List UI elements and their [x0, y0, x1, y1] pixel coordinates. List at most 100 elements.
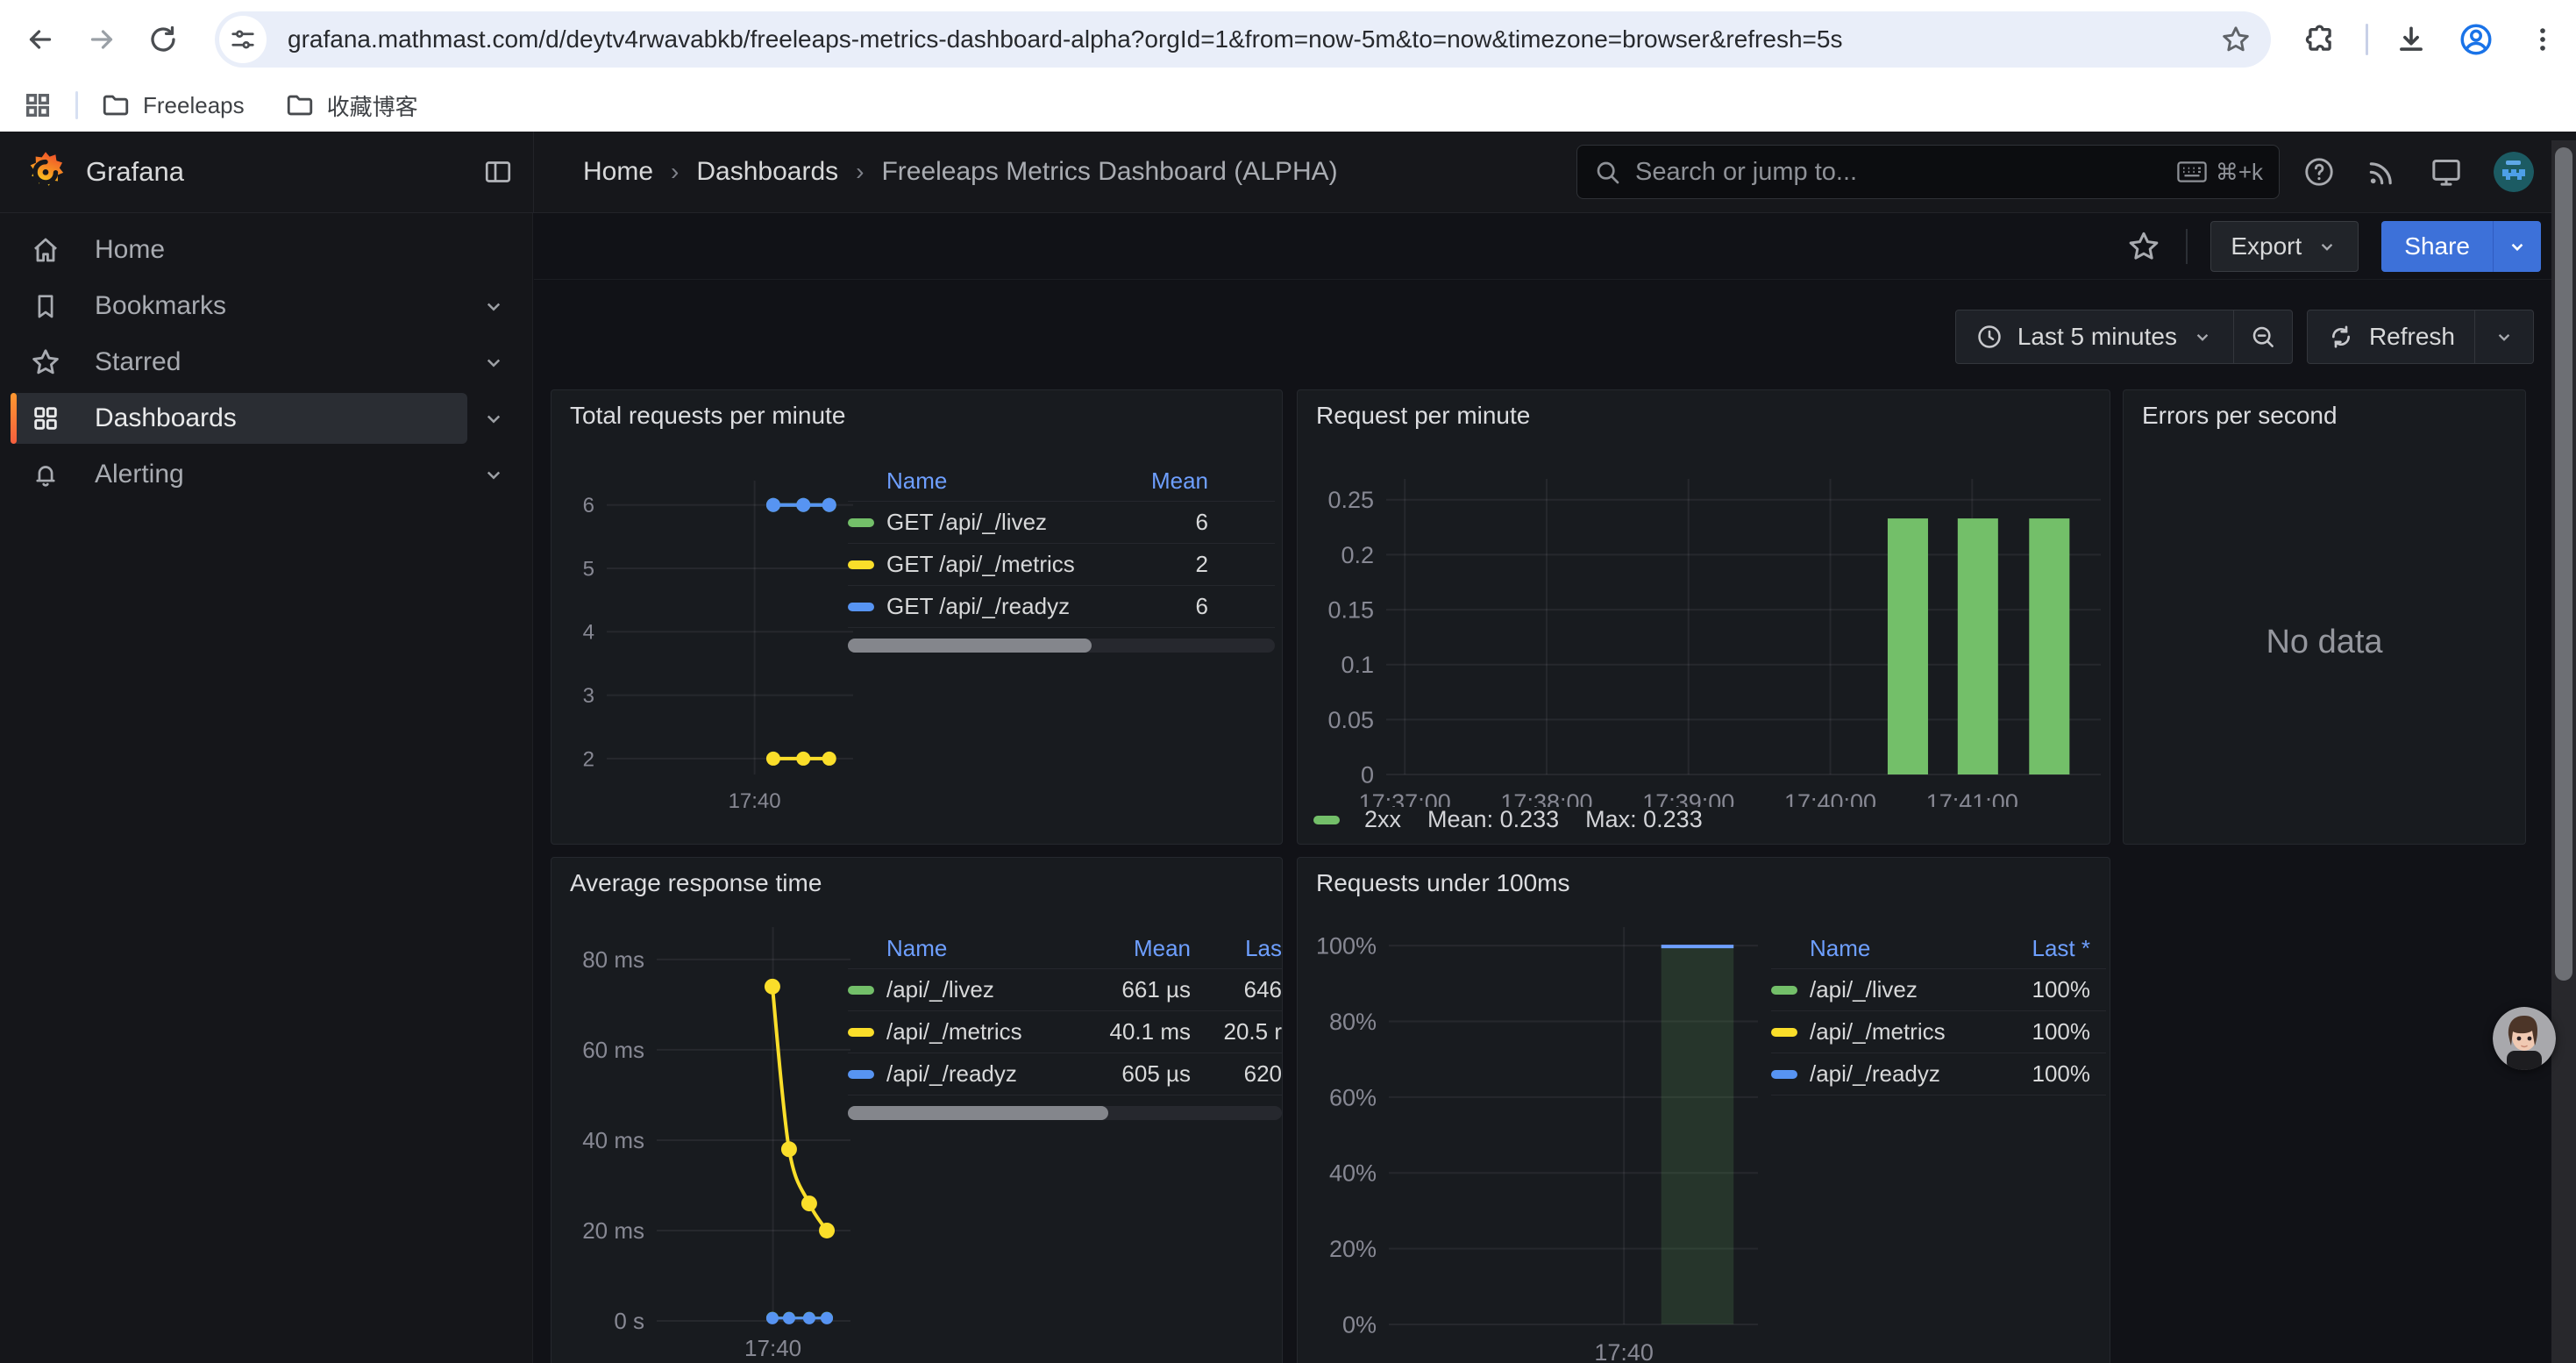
series-swatch: [848, 986, 874, 995]
site-settings-button[interactable]: [219, 16, 267, 63]
series-swatch: [1771, 986, 1797, 995]
url-text[interactable]: grafana.mathmast.com/d/deytv4rwavabkb/fr…: [288, 25, 2271, 54]
chevron-down-icon[interactable]: [480, 293, 507, 319]
breadcrumb: Home › Dashboards › Freeleaps Metrics Da…: [583, 132, 1338, 212]
chevron-down-icon[interactable]: [480, 461, 507, 488]
bookmark-star-button[interactable]: [2217, 20, 2255, 59]
reload-button[interactable]: [139, 15, 188, 64]
panel-body: 0 s20 ms40 ms60 ms80 ms17:40 Name Mean L…: [551, 908, 1282, 1363]
breadcrumb-dashboards[interactable]: Dashboards: [696, 157, 838, 187]
svg-text:17:38:00: 17:38:00: [1500, 789, 1592, 807]
refresh-interval-button[interactable]: [2474, 310, 2533, 363]
screen-icon[interactable]: [2429, 154, 2464, 189]
favorite-dashboard-button[interactable]: [2124, 227, 2163, 266]
mega-menu-toggle[interactable]: [480, 154, 516, 189]
refresh-icon: [2327, 323, 2355, 351]
svg-text:0.05: 0.05: [1327, 707, 1374, 733]
sidebar-item-label: Alerting: [95, 446, 184, 503]
legend-row[interactable]: GET /api/_/readyz 6: [848, 586, 1275, 628]
scrollbar-thumb[interactable]: [2555, 147, 2572, 981]
chevron-down-icon[interactable]: [480, 405, 507, 432]
breadcrumb-separator: ›: [856, 158, 864, 186]
svg-text:0: 0: [1361, 761, 1374, 788]
legend-col-last[interactable]: Last *: [1959, 935, 2090, 962]
search-icon: [1593, 158, 1621, 186]
svg-text:60 ms: 60 ms: [582, 1037, 644, 1063]
legend-col-name[interactable]: Name: [1810, 935, 1959, 962]
forward-button[interactable]: [77, 15, 126, 64]
legend-row[interactable]: /api/_/readyz 100%: [1771, 1053, 2106, 1095]
zoom-out-button[interactable]: [2233, 310, 2292, 363]
bookmarks-bar: Freeleaps 收藏博客: [0, 79, 2576, 132]
brand-name[interactable]: Grafana: [86, 156, 184, 188]
legend-row[interactable]: GET /api/_/livez 6: [848, 502, 1275, 544]
legend-table: Name Mean GET /api/_/livez 6 GET /api/_/…: [848, 461, 1275, 653]
sidebar: Home Bookmarks Starred: [0, 213, 533, 1363]
panel-title[interactable]: Request per minute: [1298, 390, 2110, 440]
svg-text:17:40: 17:40: [744, 1335, 801, 1361]
window-scrollbar[interactable]: [2551, 140, 2576, 1363]
sidebar-item-bookmarks[interactable]: Bookmarks: [0, 278, 532, 334]
bookmark-icon: [30, 290, 61, 322]
sidebar-item-starred[interactable]: Starred: [0, 334, 532, 390]
user-avatar[interactable]: [2494, 152, 2534, 192]
panel-title[interactable]: Errors per second: [2124, 390, 2525, 440]
bookmark-label: Freeleaps: [143, 92, 245, 119]
browser-menu-button[interactable]: [2522, 18, 2564, 61]
legend-scrollbar[interactable]: [848, 639, 1275, 653]
sidebar-item-alerting[interactable]: Alerting: [0, 446, 532, 503]
refresh-button[interactable]: Refresh: [2308, 310, 2474, 363]
legend-col-mean[interactable]: Mean: [1103, 467, 1208, 495]
grafana-logo[interactable]: [23, 149, 68, 195]
export-button[interactable]: Export: [2210, 221, 2359, 272]
sidebar-item-home[interactable]: Home: [0, 222, 532, 278]
legend-col-name[interactable]: Name: [886, 467, 1103, 495]
back-button[interactable]: [16, 15, 65, 64]
profile-button[interactable]: [2455, 18, 2497, 61]
news-rss-icon[interactable]: [2366, 155, 2399, 189]
extensions-button[interactable]: [2299, 18, 2341, 61]
panel-body: 0%20%40%60%80%100%17:40 Name Last * /api…: [1298, 908, 2110, 1363]
assistant-avatar[interactable]: [2493, 1007, 2556, 1070]
sidebar-item-label: Home: [95, 222, 165, 278]
help-icon[interactable]: [2302, 155, 2336, 189]
avatar-robot-icon: [2494, 152, 2534, 192]
legend-row[interactable]: GET /api/_/metrics 2: [848, 544, 1275, 586]
legend-row[interactable]: /api/_/readyz 605 µs 620: [848, 1053, 1282, 1095]
share-menu-button[interactable]: [2493, 221, 2541, 272]
chevron-down-icon[interactable]: [480, 349, 507, 375]
share-button-group: Share: [2381, 221, 2541, 272]
legend-row[interactable]: /api/_/metrics 40.1 ms 20.5 r: [848, 1011, 1282, 1053]
time-range-label: Last 5 minutes: [2017, 323, 2177, 351]
bookmark-folder-blogs[interactable]: 收藏博客: [285, 89, 418, 122]
panel-average-response-time: Average response time 0 s20 ms40 ms60 ms…: [551, 857, 1283, 1363]
bookmark-folder-freeleaps[interactable]: Freeleaps: [101, 90, 245, 120]
downloads-button[interactable]: [2390, 18, 2432, 61]
legend-col-mean[interactable]: Mean: [1059, 935, 1191, 962]
legend-col-name[interactable]: Name: [886, 935, 1059, 962]
legend-scrollbar[interactable]: [848, 1106, 1282, 1120]
svg-text:60%: 60%: [1329, 1084, 1377, 1110]
search-box[interactable]: Search or jump to... ⌘+k: [1576, 145, 2280, 199]
breadcrumb-home[interactable]: Home: [583, 157, 653, 187]
sidebar-item-dashboards[interactable]: Dashboards: [0, 390, 532, 446]
time-range-picker[interactable]: Last 5 minutes: [1956, 310, 2233, 363]
panel-title[interactable]: Average response time: [551, 858, 1282, 908]
apps-button[interactable]: [23, 90, 53, 120]
legend-item-2xx[interactable]: 2xx: [1313, 806, 1401, 833]
legend-row[interactable]: /api/_/livez 661 µs 646: [848, 969, 1282, 1011]
legend-row[interactable]: /api/_/metrics 100%: [1771, 1011, 2106, 1053]
address-bar[interactable]: grafana.mathmast.com/d/deytv4rwavabkb/fr…: [215, 11, 2271, 68]
series-swatch: [848, 603, 874, 611]
legend-table: Name Last * /api/_/livez 100% /api/_/met…: [1771, 929, 2106, 1095]
series-swatch: [848, 1028, 874, 1037]
legend-row[interactable]: /api/_/livez 100%: [1771, 969, 2106, 1011]
girl-avatar-icon: [2493, 1007, 2556, 1070]
svg-text:0.1: 0.1: [1341, 652, 1374, 678]
legend-col-last[interactable]: Las: [1191, 935, 1282, 962]
panel-title[interactable]: Requests under 100ms: [1298, 858, 2110, 908]
share-button[interactable]: Share: [2381, 221, 2493, 272]
panel-title[interactable]: Total requests per minute: [551, 390, 1282, 440]
panel-toggle-icon: [482, 156, 514, 188]
panel-requests-under-100ms: Requests under 100ms 0%20%40%60%80%100%1…: [1297, 857, 2110, 1363]
